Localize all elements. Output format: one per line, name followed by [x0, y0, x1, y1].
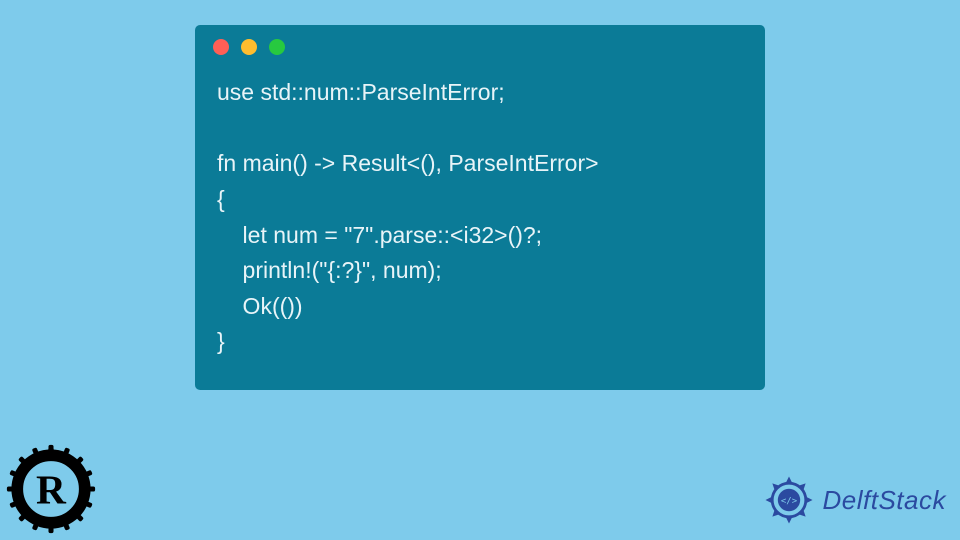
- minimize-icon: [241, 39, 257, 55]
- delftstack-icon: </>: [761, 472, 817, 528]
- code-line: {: [217, 186, 225, 212]
- svg-text:R: R: [36, 466, 67, 512]
- code-line: Ok(()): [217, 293, 303, 319]
- code-block: use std::num::ParseIntError; fn main() -…: [195, 61, 765, 370]
- zoom-icon: [269, 39, 285, 55]
- code-line: use std::num::ParseIntError;: [217, 79, 505, 105]
- code-line: println!("{:?}", num);: [217, 257, 442, 283]
- code-window: use std::num::ParseIntError; fn main() -…: [195, 25, 765, 390]
- window-titlebar: [195, 25, 765, 61]
- code-line: }: [217, 328, 225, 354]
- rust-logo-icon: R: [6, 444, 96, 534]
- code-line: fn main() -> Result<(), ParseIntError>: [217, 150, 599, 176]
- close-icon: [213, 39, 229, 55]
- svg-text:</>: </>: [780, 496, 796, 506]
- delftstack-logo: </> DelftStack: [761, 472, 947, 528]
- code-line: let num = "7".parse::<i32>()?;: [217, 222, 542, 248]
- delftstack-text: DelftStack: [823, 485, 947, 516]
